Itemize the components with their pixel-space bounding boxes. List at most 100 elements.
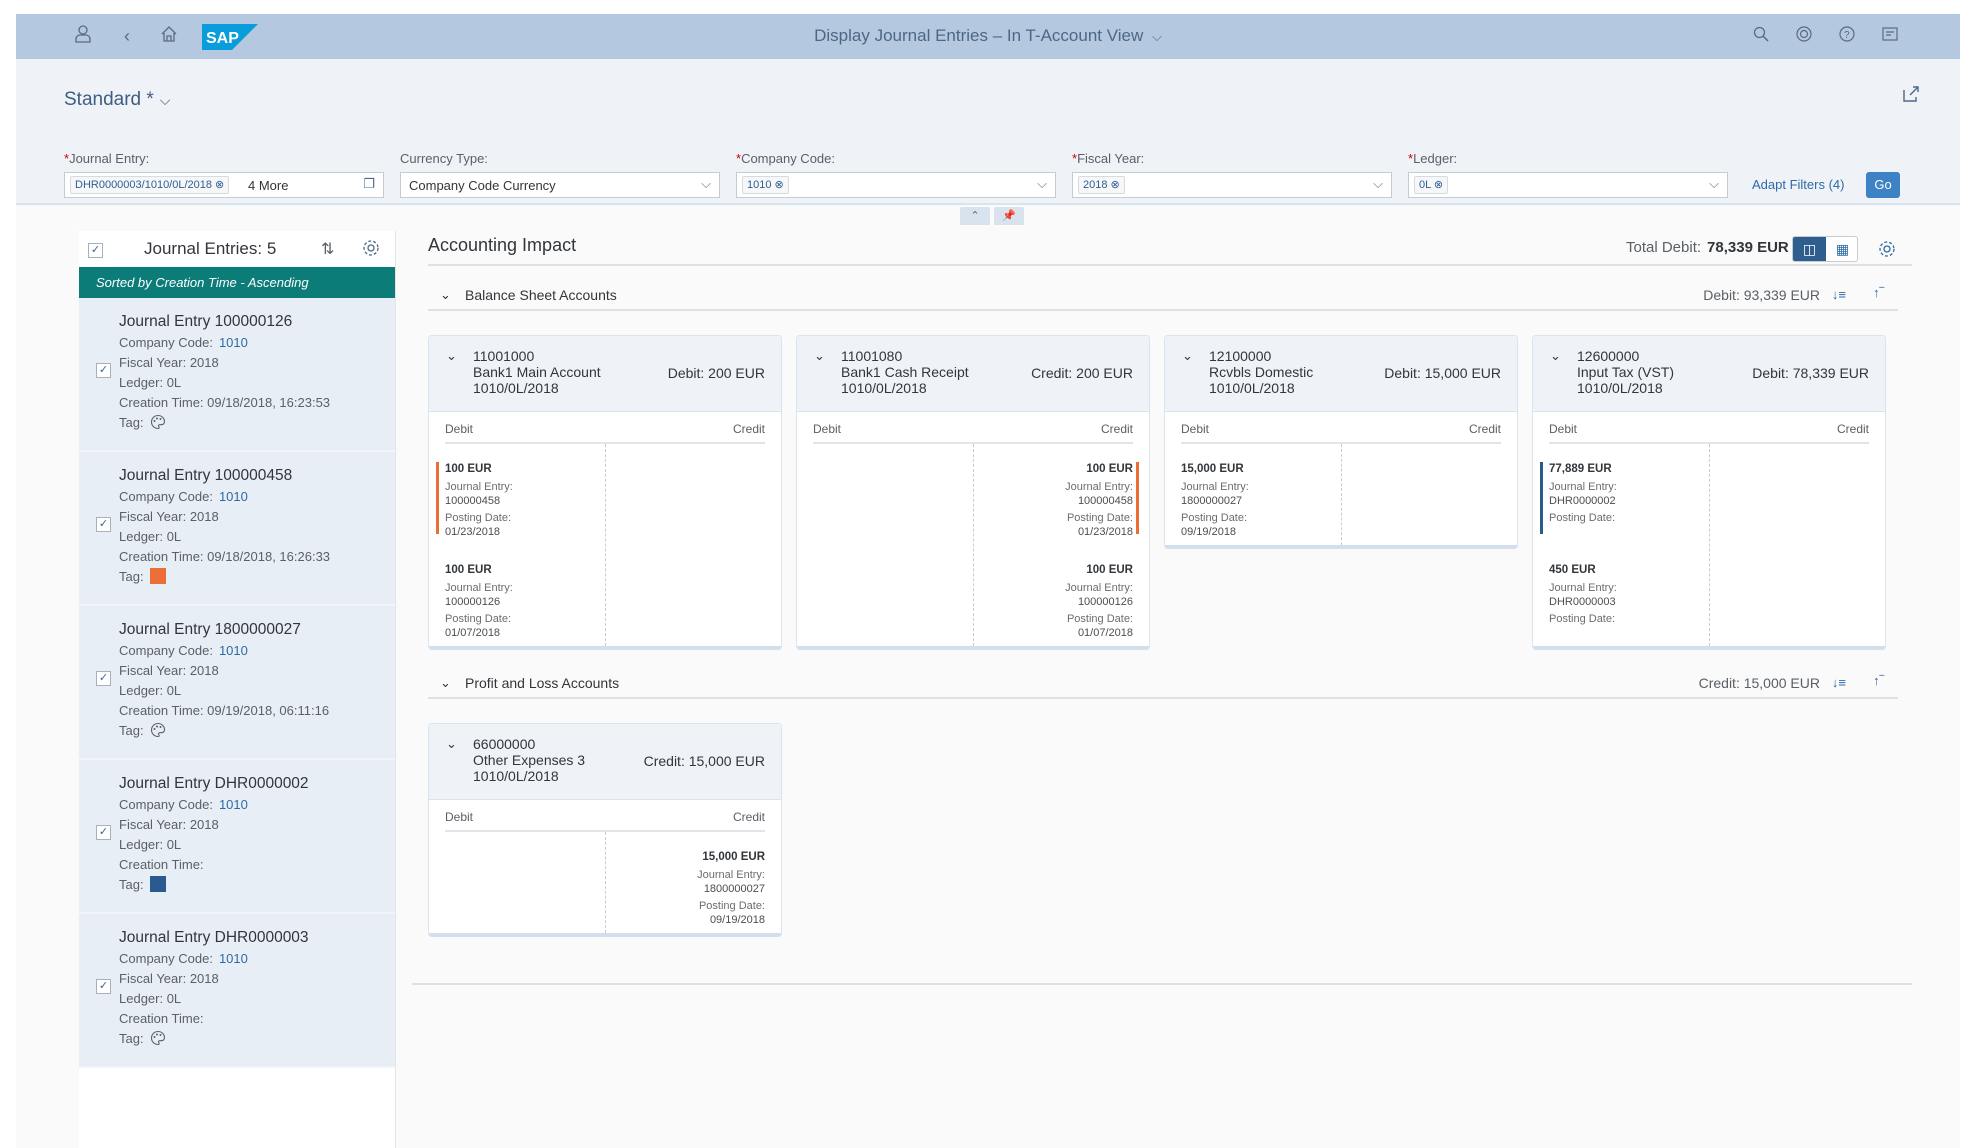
debit-line-item[interactable]: 100 EUR Journal Entry: 100000126 Posting Da… (445, 545, 605, 646)
company-code-link[interactable]: 1010 (219, 489, 248, 504)
debit-line-item[interactable]: 77,889 EUR Journal Entry: DHR0000002 Postin… (1540, 444, 1709, 545)
entry-checkbox[interactable]: ✓ (96, 363, 111, 378)
journal-entry-list: ✓ Journal Entry 100000126 Company Code: 101… (79, 298, 395, 1068)
adapt-filters-button[interactable]: Adapt Filters (4) (1752, 177, 1844, 192)
debit-line-item[interactable]: 450 EUR Journal Entry: DHR0000003 Posting D… (1549, 545, 1709, 646)
journal-entry-value: 1800000027 (703, 883, 765, 895)
ledger-input[interactable]: 0L ⊗ ⌵ (1408, 172, 1728, 198)
chevron-down-icon[interactable]: ⌄ (1550, 348, 1561, 364)
search-icon[interactable] (1750, 25, 1772, 47)
sort-info-bar: Sorted by Creation Time - Ascending (79, 267, 395, 298)
company-code-link[interactable]: 1010 (219, 797, 248, 812)
debit-header: Debit (445, 810, 474, 824)
t-account-card: ⌄ 12100000 Rcvbls Domestic 1010/0L/2018 Debi… (1164, 335, 1518, 549)
collapse-header-button[interactable]: ⌃ (960, 207, 990, 225)
account-key: 1010/0L/2018 (1209, 380, 1295, 396)
variant-selector[interactable]: Standard * ⌵ (64, 89, 170, 111)
fiscal-year-row: Fiscal Year: 2018 (119, 509, 219, 524)
account-key: 1010/0L/2018 (473, 380, 559, 396)
fiscal-year-input[interactable]: 2018 ⊗ ⌵ (1072, 172, 1392, 198)
entry-checkbox[interactable]: ✓ (96, 825, 111, 840)
entry-checkbox[interactable]: ✓ (96, 979, 111, 994)
company-code-link[interactable]: 1010 (219, 643, 248, 658)
app-title-menu[interactable]: Display Journal Entries – In T-Account V… (16, 26, 1960, 46)
ledger-label: *Ledger: (1408, 151, 1458, 166)
grid-view-icon[interactable]: ▦ (1826, 237, 1857, 261)
journal-entry-token[interactable]: DHR0000003/1010/0L/2018 ⊗ (70, 176, 230, 194)
palette-icon[interactable] (150, 1030, 166, 1046)
entry-checkbox[interactable]: ✓ (96, 517, 111, 532)
chevron-down-icon[interactable]: ⌄ (814, 348, 825, 364)
more-tokens[interactable]: 4 More (248, 178, 288, 193)
t-account-header[interactable]: ⌄ 66000000 Other Expenses 3 1010/0L/2018 Cre… (429, 724, 781, 800)
fiscal-year-token[interactable]: 2018 ⊗ (1078, 176, 1125, 194)
collapse-all-icon[interactable]: ↑‾ (1873, 285, 1884, 300)
journal-entry-item[interactable]: ✓ Journal Entry DHR0000002 Company Code: 10… (79, 760, 395, 914)
account-key: 1010/0L/2018 (841, 380, 927, 396)
help-icon[interactable]: ? (1836, 25, 1858, 47)
credit-line-item[interactable]: 100 EUR Journal Entry: 100000458 Posting Da… (973, 444, 1139, 545)
go-button[interactable]: Go (1866, 172, 1900, 198)
t-account-header[interactable]: ⌄ 11001000 Bank1 Main Account 1010/0L/2018 D… (429, 336, 781, 412)
tag-color-swatch[interactable] (149, 568, 166, 584)
t-account-header[interactable]: ⌄ 11001080 Bank1 Cash Receipt 1010/0L/2018 C… (797, 336, 1149, 412)
journal-entry-label: Journal Entry: (445, 582, 513, 594)
sort-descending-icon[interactable]: ↓≡ (1832, 675, 1846, 690)
panel-title: Journal Entries: 5 (144, 239, 277, 258)
company-code-link[interactable]: 1010 (219, 951, 248, 966)
pin-header-button[interactable]: 📌 (994, 207, 1024, 225)
creation-time-row: Creation Time: 09/18/2018, 16:23:53 (119, 395, 331, 410)
t-account-columns: Debit Credit (1549, 412, 1869, 444)
company-code-link[interactable]: 1010 (219, 335, 248, 350)
credit-line-item[interactable]: 15,000 EUR Journal Entry: 1800000027 Postin… (605, 832, 765, 933)
chevron-down-icon: ⌵ (1152, 29, 1162, 44)
chevron-down-icon[interactable]: ⌄ (1182, 348, 1193, 364)
entry-title: Journal Entry DHR0000002 (119, 775, 309, 792)
copilot-icon[interactable] (1793, 25, 1815, 47)
company-code-input[interactable]: 1010 ⊗ ⌵ (736, 172, 1056, 198)
t-account-view-icon[interactable]: ◫ (1793, 237, 1826, 261)
sort-icon[interactable]: ⇅ (321, 239, 334, 259)
journal-entry-value: 100000126 (445, 596, 501, 608)
t-account-header[interactable]: ⌄ 12600000 Input Tax (VST) 1010/0L/2018 Debi… (1533, 336, 1885, 412)
posting-date-value: 09/19/2018 (1181, 526, 1237, 538)
account-balance: Debit: 78,339 EUR (1752, 365, 1869, 381)
journal-entry-item[interactable]: ✓ Journal Entry DHR0000003 Company Code: 10… (79, 914, 395, 1068)
view-toggle[interactable]: ◫ ▦ (1792, 236, 1858, 262)
account-name: Other Expenses 3 (473, 752, 586, 768)
settings-gear-icon[interactable] (1878, 240, 1896, 258)
chevron-down-icon[interactable]: ⌄ (440, 287, 451, 303)
chevron-down-icon[interactable]: ⌄ (440, 675, 451, 691)
journal-entry-label: Journal Entry: (445, 481, 513, 493)
entry-checkbox[interactable]: ✓ (96, 671, 111, 686)
t-account-header[interactable]: ⌄ 12100000 Rcvbls Domestic 1010/0L/2018 Debi… (1165, 336, 1517, 412)
section-summary: Debit: 93,339 EUR (1703, 287, 1820, 303)
journal-entry-item[interactable]: ✓ Journal Entry 1800000027 Company Code: 10… (79, 606, 395, 760)
credit-line-item[interactable]: 100 EUR Journal Entry: 100000126 Posting Da… (973, 545, 1133, 646)
ledger-token[interactable]: 0L ⊗ (1414, 176, 1449, 194)
t-account-body: 100 EUR Journal Entry: 100000458 Posting Da… (436, 444, 765, 646)
currency-type-select[interactable]: Company Code Currency ⌵ (400, 172, 720, 198)
sort-descending-icon[interactable]: ↓≡ (1832, 287, 1846, 302)
settings-gear-icon[interactable] (362, 239, 380, 257)
palette-icon[interactable] (150, 722, 166, 738)
palette-icon[interactable] (150, 414, 166, 430)
tag-color-swatch[interactable] (149, 876, 166, 892)
shell-bar: ‹ SAP Display Journal Entries – In T-Acc… (16, 14, 1960, 59)
journal-entry-item[interactable]: ✓ Journal Entry 100000458 Company Code: 101… (79, 452, 395, 606)
line-amount: 15,000 EUR (1181, 463, 1244, 475)
notifications-icon[interactable] (1879, 25, 1901, 47)
t-account-columns: Debit Credit (1181, 412, 1501, 444)
share-icon[interactable] (1902, 85, 1920, 103)
collapse-all-icon[interactable]: ↑‾ (1873, 673, 1884, 688)
debit-line-item[interactable]: 15,000 EUR Journal Entry: 1800000027 Postin… (1181, 444, 1341, 545)
chevron-down-icon[interactable]: ⌄ (446, 348, 457, 364)
company-code-token[interactable]: 1010 ⊗ (742, 176, 789, 194)
debit-line-item[interactable]: 100 EUR Journal Entry: 100000458 Posting Da… (436, 444, 605, 545)
select-all-checkbox[interactable]: ✓ (88, 243, 103, 258)
value-help-icon[interactable]: ❐ (363, 176, 375, 192)
chevron-down-icon: ⌵ (1709, 176, 1719, 191)
chevron-down-icon[interactable]: ⌄ (446, 736, 457, 752)
journal-entry-item[interactable]: ✓ Journal Entry 100000126 Company Code: 101… (79, 298, 395, 452)
journal-entry-input[interactable]: DHR0000003/1010/0L/2018 ⊗ 4 More ❐ (64, 172, 384, 198)
